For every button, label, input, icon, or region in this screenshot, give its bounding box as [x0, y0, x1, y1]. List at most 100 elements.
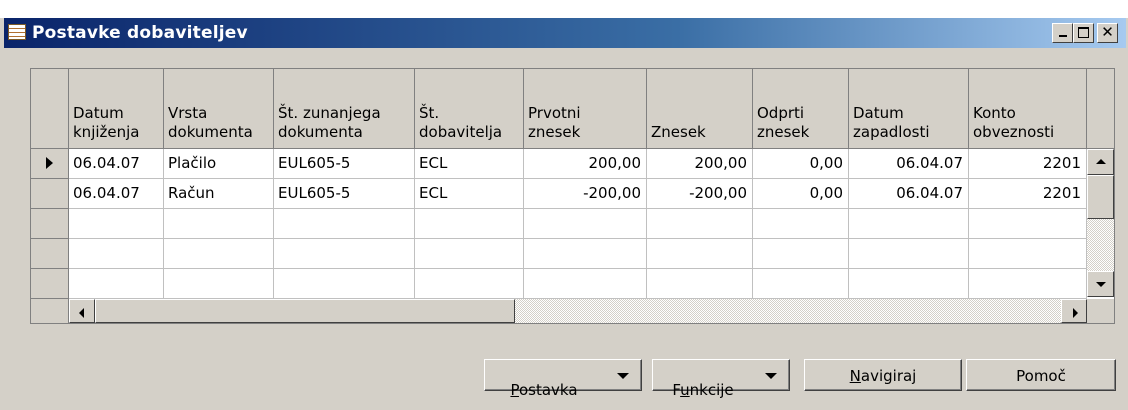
- table-cell[interactable]: [415, 239, 524, 269]
- scroll-left-button[interactable]: [69, 299, 95, 323]
- vertical-scrollbar[interactable]: [1087, 149, 1114, 299]
- column-header-label: zapadlosti: [853, 123, 930, 141]
- column-header[interactable]: Št. zunanjega dokumenta: [274, 69, 415, 149]
- table-cell[interactable]: 2201: [969, 179, 1087, 209]
- table-cell[interactable]: 200,00: [647, 149, 753, 179]
- column-header[interactable]: Št. dobavitelja: [415, 69, 524, 149]
- column-header-label: [651, 104, 752, 123]
- table-cell[interactable]: 06.04.07: [69, 149, 164, 179]
- table-cell[interactable]: [849, 269, 969, 299]
- postavka-button[interactable]: Postavka: [484, 359, 642, 399]
- header-corner: [31, 69, 69, 149]
- column-header[interactable]: Odprti znesek: [753, 69, 849, 149]
- table-cell[interactable]: ECL: [415, 179, 524, 209]
- scroll-down-button[interactable]: [1087, 271, 1114, 297]
- vertical-scroll-track[interactable]: [1087, 219, 1114, 271]
- table-cell[interactable]: [524, 209, 647, 239]
- table-cell[interactable]: [524, 269, 647, 299]
- table-cell[interactable]: 0,00: [753, 149, 849, 179]
- row-selector[interactable]: [31, 149, 69, 179]
- scrollbar-row-spacer: [31, 299, 69, 323]
- funkcije-button[interactable]: Funkcije: [652, 359, 790, 399]
- row-selector[interactable]: [31, 269, 69, 299]
- row-selector[interactable]: [31, 239, 69, 269]
- minimize-icon: [1058, 35, 1067, 37]
- column-header[interactable]: Datum zapadlosti: [849, 69, 969, 149]
- table-cell[interactable]: [849, 239, 969, 269]
- table-cell[interactable]: -200,00: [647, 179, 753, 209]
- table-cell[interactable]: Račun: [164, 179, 274, 209]
- scroll-right-button[interactable]: [1061, 299, 1087, 323]
- vertical-scroll-thumb[interactable]: [1087, 175, 1114, 219]
- row-pointer-icon: [46, 157, 53, 169]
- table-cell[interactable]: [164, 269, 274, 299]
- horizontal-scroll-thumb[interactable]: [95, 299, 515, 323]
- table-cell[interactable]: [849, 209, 969, 239]
- chevron-down-icon: [617, 373, 629, 379]
- table-cell[interactable]: [274, 239, 415, 269]
- column-header-label: Odprti: [757, 104, 805, 122]
- table-icon: [8, 24, 26, 40]
- horizontal-scroll-track[interactable]: [515, 299, 1061, 323]
- column-header-label: Prvotni: [528, 104, 581, 122]
- table-cell[interactable]: 06.04.07: [849, 149, 969, 179]
- column-header-label: Št.: [419, 104, 440, 122]
- column-header-label: Znesek: [651, 123, 706, 141]
- column-header-label: Datum: [73, 104, 124, 122]
- table-cell[interactable]: 0,00: [753, 179, 849, 209]
- table-cell[interactable]: [647, 209, 753, 239]
- close-button[interactable]: ✕: [1097, 23, 1118, 43]
- table-cell[interactable]: Plačilo: [164, 149, 274, 179]
- column-header-label: Vrsta: [168, 104, 208, 122]
- column-header[interactable]: Konto obveznosti: [969, 69, 1087, 149]
- table-cell[interactable]: [969, 239, 1087, 269]
- table-cell[interactable]: [524, 239, 647, 269]
- table-cell[interactable]: [164, 209, 274, 239]
- column-header[interactable]: Prvotni znesek: [524, 69, 647, 149]
- table-cell[interactable]: [753, 239, 849, 269]
- table-cell[interactable]: [753, 269, 849, 299]
- maximize-button[interactable]: [1073, 23, 1094, 43]
- table-cell[interactable]: [969, 209, 1087, 239]
- table-cell[interactable]: 200,00: [524, 149, 647, 179]
- table-cell[interactable]: 06.04.07: [69, 179, 164, 209]
- table-cell[interactable]: [969, 269, 1087, 299]
- table-cell[interactable]: [415, 269, 524, 299]
- table-cell[interactable]: 2201: [969, 149, 1087, 179]
- table-cell[interactable]: -200,00: [524, 179, 647, 209]
- column-header[interactable]: Znesek: [647, 69, 753, 149]
- column-header[interactable]: Vrsta dokumenta: [164, 69, 274, 149]
- row-selector[interactable]: [31, 179, 69, 209]
- header-filler: [1087, 69, 1114, 149]
- column-header-label: Datum: [853, 104, 904, 122]
- table-cell[interactable]: 06.04.07: [849, 179, 969, 209]
- minimize-button[interactable]: [1052, 23, 1073, 43]
- column-header-label: obveznosti: [973, 123, 1055, 141]
- column-header-label: dobavitelja: [419, 123, 503, 141]
- scroll-up-button[interactable]: [1087, 149, 1114, 175]
- column-header-label: knjiženja: [73, 123, 140, 141]
- table-cell[interactable]: [69, 209, 164, 239]
- table-cell[interactable]: [69, 239, 164, 269]
- entries-table: Datum knjiženja Vrsta dokumenta Št. zunanjeg…: [30, 68, 1115, 324]
- horizontal-scrollbar[interactable]: [69, 299, 1087, 323]
- table-cell[interactable]: [274, 269, 415, 299]
- table-cell[interactable]: [647, 239, 753, 269]
- navigiraj-button[interactable]: Navigiraj: [804, 359, 962, 391]
- help-button[interactable]: Pomoč: [966, 359, 1116, 391]
- column-header-label: Št. zunanjega: [278, 104, 381, 122]
- title-bar[interactable]: Postavke dobaviteljev ✕: [4, 18, 1126, 48]
- table-cell[interactable]: [753, 209, 849, 239]
- table-cell[interactable]: [647, 269, 753, 299]
- row-selector[interactable]: [31, 209, 69, 239]
- column-header[interactable]: Datum knjiženja: [69, 69, 164, 149]
- table-cell[interactable]: EUL605-5: [274, 149, 415, 179]
- column-header-label: dokumenta: [168, 123, 253, 141]
- table-cell[interactable]: EUL605-5: [274, 179, 415, 209]
- table-cell[interactable]: [415, 209, 524, 239]
- table-cell[interactable]: [274, 209, 415, 239]
- table-cell[interactable]: ECL: [415, 149, 524, 179]
- table-cell[interactable]: [69, 269, 164, 299]
- table-cell[interactable]: [164, 239, 274, 269]
- arrow-down-icon: [1096, 282, 1106, 287]
